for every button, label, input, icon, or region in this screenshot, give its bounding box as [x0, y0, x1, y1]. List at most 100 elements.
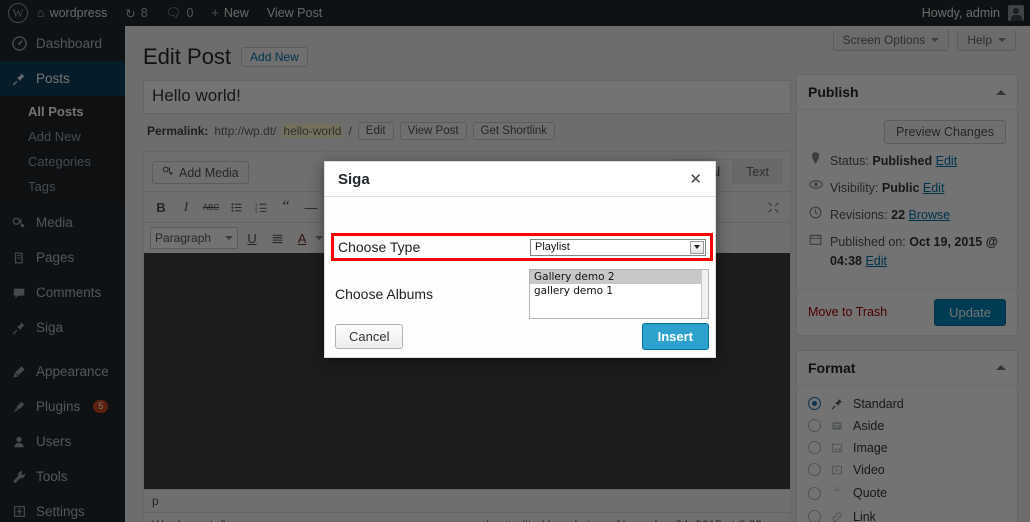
edit-permalink-button[interactable]: Edit	[357, 122, 394, 140]
radio-link[interactable]	[808, 510, 821, 522]
move-to-trash-link[interactable]: Move to Trash	[808, 305, 887, 319]
page-title-text: Edit Post	[143, 44, 232, 69]
list-ul-icon[interactable]	[225, 196, 247, 218]
listbox-scrollbar[interactable]	[701, 270, 708, 318]
chevron-up-icon[interactable]	[996, 89, 1006, 95]
choose-albums-label: Choose Albums	[335, 286, 434, 302]
radio-aside[interactable]	[808, 419, 821, 433]
status-edit-link[interactable]: Edit	[936, 154, 958, 168]
chevron-up-icon[interactable]	[996, 365, 1006, 371]
published-edit-link[interactable]: Edit	[865, 254, 887, 268]
new-content-menu[interactable]: + New	[203, 0, 258, 26]
view-post-button[interactable]: View Post	[399, 122, 467, 140]
sidebar-item-comments[interactable]: Comments	[0, 275, 125, 310]
format-option-standard[interactable]: Standard	[808, 393, 1006, 415]
sidebar-item-appearance[interactable]: Appearance	[0, 354, 125, 389]
radio-image[interactable]	[808, 441, 821, 455]
sidebar-item-users[interactable]: Users	[0, 424, 125, 459]
sidebar-item-label: Users	[36, 434, 72, 449]
clock-icon	[808, 206, 823, 219]
visibility-edit-link[interactable]: Edit	[923, 181, 945, 195]
pin-icon	[10, 70, 28, 88]
format-option-quote[interactable]: “ Quote	[808, 481, 1006, 506]
wordpress-logo-icon[interactable]: W	[8, 3, 28, 23]
view-post-link[interactable]: View Post	[258, 0, 331, 26]
radio-video[interactable]	[808, 463, 821, 477]
choose-type-select[interactable]: Playlist	[530, 238, 706, 256]
underline-button[interactable]: U	[241, 227, 263, 249]
sidebar-item-dashboard[interactable]: Dashboard	[0, 26, 125, 61]
tab-text[interactable]: Text	[733, 159, 782, 184]
get-shortlink-button[interactable]: Get Shortlink	[472, 122, 556, 140]
help-button[interactable]: Help	[957, 30, 1016, 51]
sidebar-item-plugins[interactable]: Plugins 5	[0, 389, 125, 424]
account-menu[interactable]: Howdy, admin	[922, 5, 1030, 21]
horizontal-rule-button[interactable]: —	[300, 196, 322, 218]
album-option[interactable]: Gallery demo 2	[530, 270, 708, 284]
italic-button[interactable]: I	[175, 196, 197, 218]
list-ol-icon[interactable]: 123	[250, 196, 272, 218]
preview-changes-button[interactable]: Preview Changes	[884, 120, 1006, 144]
paragraph-format-value: Paragraph	[155, 231, 212, 245]
visibility-row: Visibility: Public Edit	[808, 179, 1006, 197]
modal-actions: Cancel Insert	[335, 323, 709, 350]
revisions-browse-link[interactable]: Browse	[909, 208, 951, 222]
align-icon[interactable]	[266, 227, 288, 249]
word-count: Word count: 0	[152, 518, 226, 522]
paragraph-format-select[interactable]: Paragraph	[150, 227, 239, 249]
chevron-down-icon[interactable]	[690, 240, 704, 254]
radio-standard[interactable]	[808, 397, 821, 411]
format-panel: Format Standard Aside Image Video “ Quot…	[796, 349, 1018, 522]
add-new-button[interactable]: Add New	[241, 47, 308, 67]
aside-icon	[829, 420, 845, 432]
albums-listbox[interactable]: Gallery demo 2 gallery demo 1	[529, 269, 709, 319]
sidebar-item-siga[interactable]: Siga	[0, 310, 125, 345]
update-button[interactable]: Update	[934, 298, 1006, 326]
sidebar-item-posts[interactable]: Posts	[0, 61, 125, 96]
submenu-all-posts[interactable]: All Posts	[0, 99, 125, 124]
submenu-add-new[interactable]: Add New	[0, 124, 125, 149]
fullscreen-icon[interactable]	[762, 196, 784, 218]
add-media-button[interactable]: Add Media	[152, 161, 249, 184]
chevron-down-icon[interactable]	[315, 236, 324, 240]
media-icon	[10, 214, 28, 232]
wrench-icon	[10, 468, 28, 486]
sidebar-item-tools[interactable]: Tools	[0, 459, 125, 494]
updates-menu[interactable]: ↻ 8	[116, 0, 156, 26]
format-option-label: Image	[853, 440, 888, 455]
format-option-video[interactable]: Video	[808, 459, 1006, 481]
insert-button[interactable]: Insert	[641, 323, 709, 350]
comments-menu[interactable]: 🗨 0	[157, 0, 203, 26]
format-option-link[interactable]: Link	[808, 506, 1006, 522]
format-option-aside[interactable]: Aside	[808, 415, 1006, 437]
sidebar-item-label: Siga	[36, 320, 64, 335]
album-option[interactable]: gallery demo 1	[530, 284, 708, 298]
submenu-categories[interactable]: Categories	[0, 149, 125, 174]
submenu-tags[interactable]: Tags	[0, 174, 125, 199]
sidebar-item-label: Media	[36, 215, 73, 230]
sidebar-item-media[interactable]: Media	[0, 205, 125, 240]
bold-button[interactable]: B	[150, 196, 172, 218]
sidebar-item-settings[interactable]: Settings	[0, 494, 125, 522]
preview-row: Preview Changes	[808, 120, 1006, 144]
pin-icon	[10, 319, 28, 337]
text-color-button[interactable]: A	[291, 227, 313, 249]
admin-bar: W ⌂ wordpress ↻ 8 🗨 0 + New View Post Ho…	[0, 0, 1030, 26]
blockquote-button[interactable]: “	[275, 196, 297, 218]
video-icon	[829, 464, 845, 476]
screen-options-button[interactable]: Screen Options	[832, 30, 950, 51]
home-icon: ⌂	[37, 6, 45, 20]
published-label: Published on:	[830, 235, 906, 250]
strikethrough-button[interactable]: ABC	[200, 196, 222, 218]
settings-icon	[10, 503, 28, 521]
format-panel-header[interactable]: Format	[797, 351, 1017, 386]
post-title-input[interactable]: Hello world!	[143, 80, 791, 114]
site-name-menu[interactable]: ⌂ wordpress	[28, 0, 116, 26]
radio-quote[interactable]	[808, 486, 821, 500]
sidebar-item-pages[interactable]: Pages	[0, 240, 125, 275]
comment-icon	[10, 284, 28, 302]
close-icon[interactable]: ✕	[689, 170, 702, 188]
publish-panel-header[interactable]: Publish	[797, 75, 1017, 110]
format-option-image[interactable]: Image	[808, 437, 1006, 459]
cancel-button[interactable]: Cancel	[335, 324, 404, 349]
